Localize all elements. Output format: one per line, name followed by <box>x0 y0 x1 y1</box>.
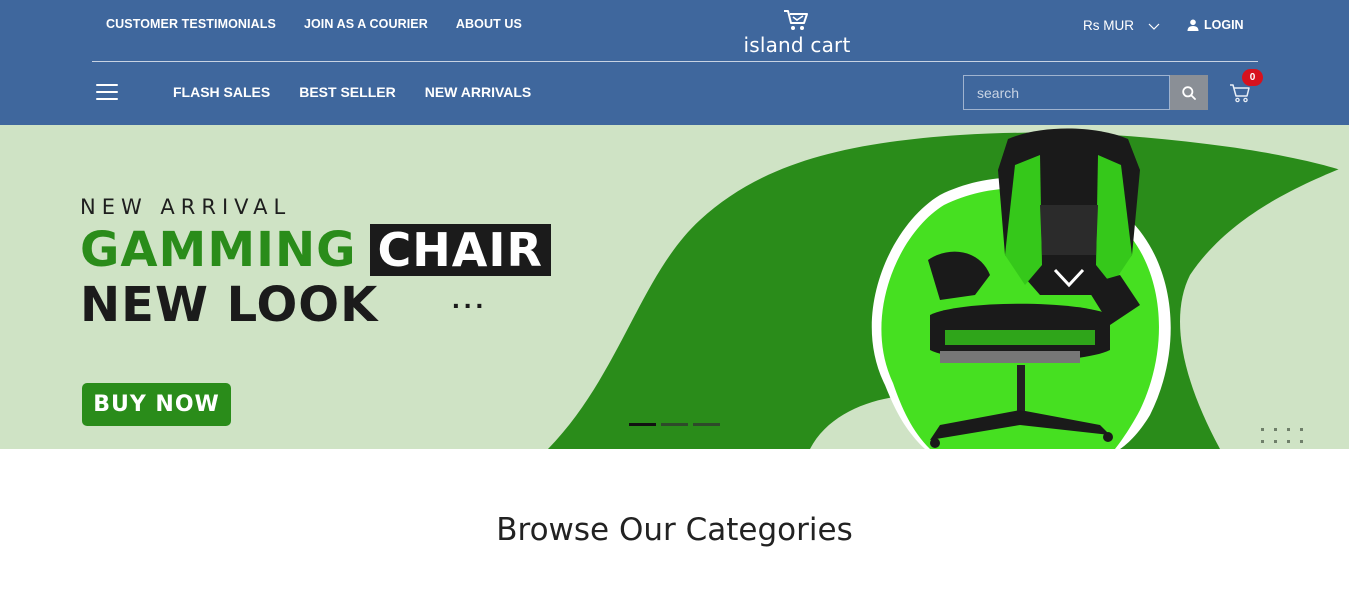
search-icon <box>1182 85 1196 100</box>
banner-headline: GAMMING CHAIR <box>80 222 551 278</box>
currency-label: Rs MUR <box>1083 18 1134 33</box>
nav-best-seller[interactable]: BEST SELLER <box>299 84 395 100</box>
carousel-dot-2[interactable] <box>661 423 688 426</box>
carousel-indicators <box>629 423 720 426</box>
hero-banner[interactable]: NEW ARRIVAL GAMMING CHAIR NEW LOOK ... B… <box>0 125 1349 449</box>
search-bar <box>963 75 1208 110</box>
hamburger-icon[interactable] <box>96 84 118 100</box>
login-label: LOGIN <box>1204 18 1244 32</box>
site-header: CUSTOMER TESTIMONIALS JOIN AS A COURIER … <box>0 0 1349 125</box>
chevron-down-icon <box>1148 23 1160 30</box>
main-nav: FLASH SALES BEST SELLER NEW ARRIVALS <box>173 84 531 100</box>
cart-icon <box>784 10 808 30</box>
nav-join-as-courier[interactable]: JOIN AS A COURIER <box>304 17 428 31</box>
banner-ellipsis: ... <box>452 283 488 314</box>
user-icon <box>1187 19 1199 31</box>
site-logo[interactable]: island cart <box>742 8 852 57</box>
grid-dots-icon <box>1261 428 1303 443</box>
carousel-dot-3[interactable] <box>693 423 720 426</box>
banner-eyebrow: NEW ARRIVAL <box>80 195 292 219</box>
headline-boxed-word: CHAIR <box>369 224 551 276</box>
headline-green-word: GAMMING <box>80 222 357 278</box>
logo-text: island cart <box>743 33 851 57</box>
nav-customer-testimonials[interactable]: CUSTOMER TESTIMONIALS <box>106 17 276 31</box>
currency-selector[interactable]: Rs MUR <box>1083 18 1160 33</box>
search-button[interactable] <box>1170 75 1208 110</box>
top-nav: CUSTOMER TESTIMONIALS JOIN AS A COURIER … <box>106 17 522 31</box>
banner-headline-line2: NEW LOOK <box>80 277 379 333</box>
section-title: Browse Our Categories <box>496 512 853 548</box>
buy-now-button[interactable]: BUY NOW <box>82 383 231 426</box>
cart-count-badge: 0 <box>1242 69 1263 86</box>
login-link[interactable]: LOGIN <box>1187 18 1244 32</box>
carousel-dot-1[interactable] <box>629 423 656 426</box>
nav-flash-sales[interactable]: FLASH SALES <box>173 84 270 100</box>
search-input[interactable] <box>963 75 1170 110</box>
header-divider <box>92 61 1258 62</box>
nav-about-us[interactable]: ABOUT US <box>456 17 522 31</box>
nav-new-arrivals[interactable]: NEW ARRIVALS <box>425 84 532 100</box>
